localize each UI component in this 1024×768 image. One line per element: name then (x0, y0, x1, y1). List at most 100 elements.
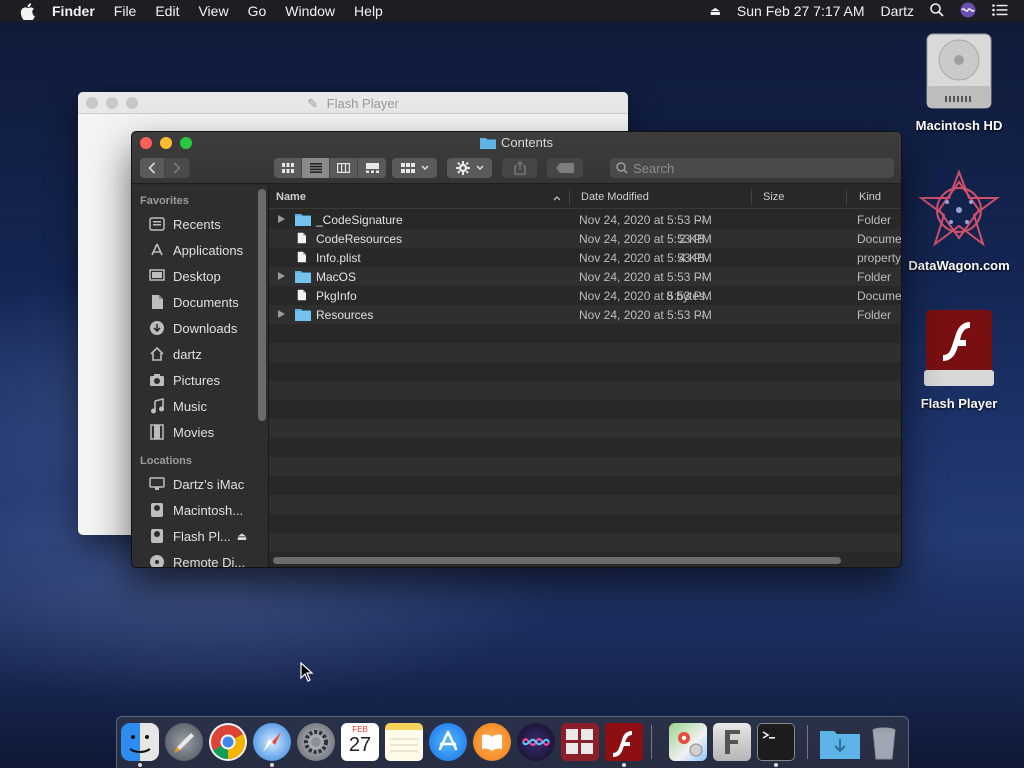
menu-window[interactable]: Window (285, 3, 335, 19)
terminal-icon[interactable] (757, 723, 795, 761)
sidebar-item-downloads[interactable]: Downloads (132, 315, 268, 341)
font-book-icon[interactable] (713, 723, 751, 761)
column-header-size[interactable]: Size (763, 191, 784, 203)
books-icon[interactable] (473, 723, 511, 761)
desktop-icon-flash-player[interactable]: Flash Player (904, 308, 1014, 411)
empty-row (269, 324, 901, 343)
sidebar-item-movies[interactable]: Movies (132, 419, 268, 445)
menu-finder[interactable]: Finder (52, 3, 95, 19)
menubar-clock[interactable]: Sun Feb 27 7:17 AM (737, 3, 865, 19)
icon-view-button[interactable] (274, 158, 302, 178)
empty-row (269, 476, 901, 495)
table-row[interactable]: CodeResources Nov 24, 2020 at 5:53 PM 2 KB… (269, 229, 901, 248)
search-field[interactable] (610, 158, 894, 178)
menu-file[interactable]: File (114, 3, 137, 19)
file-kind: Folder (857, 270, 892, 284)
disclosure-triangle-icon[interactable] (278, 215, 285, 223)
calendar-icon[interactable]: FEB 27 (341, 723, 379, 761)
table-row[interactable]: MacOS Nov 24, 2020 at 5:53 PM -- Folder (269, 267, 901, 286)
sidebar-item-documents[interactable]: Documents (132, 289, 268, 315)
apple-menu-icon[interactable] (20, 2, 38, 20)
column-view-button[interactable] (330, 158, 358, 178)
share-button[interactable] (502, 158, 537, 178)
menubar-user[interactable]: Dartz (881, 3, 914, 19)
file-rows: _CodeSignature Nov 24, 2020 at 5:53 PM -- F… (269, 210, 901, 567)
sidebar-scrollbar[interactable] (258, 189, 266, 421)
sidebar-item-label: Recents (173, 216, 221, 232)
downloads-folder-icon[interactable] (819, 723, 861, 761)
sidebar-item-recents[interactable]: Recents (132, 211, 268, 237)
desktop-icon-label: Macintosh HD (915, 118, 1003, 133)
horizontal-scrollbar[interactable] (273, 557, 841, 564)
chrome-icon[interactable] (209, 723, 247, 761)
table-row[interactable]: Resources Nov 24, 2020 at 5:53 PM -- Folder (269, 305, 901, 324)
table-row[interactable]: Info.plist Nov 24, 2020 at 5:53 PM 4 KB pro… (269, 248, 901, 267)
sort-ascending-icon[interactable] (553, 195, 561, 201)
sidebar-item-macintosh[interactable]: Macintosh... (132, 497, 268, 523)
spotlight-icon[interactable] (930, 2, 944, 20)
movies-icon (148, 424, 166, 440)
desktop-icon-datawagon[interactable]: DataWagon.com (904, 168, 1014, 273)
photo-booth-icon[interactable] (561, 723, 599, 761)
eject-icon[interactable]: ⏏ (237, 530, 247, 543)
flash-player-icon[interactable] (605, 723, 643, 761)
sidebar-item-applications[interactable]: Applications (132, 237, 268, 263)
sidebar-item-flash-pl[interactable]: Flash Pl... ⏏ (132, 523, 268, 549)
chevron-down-icon (421, 165, 428, 170)
safari-icon[interactable] (253, 723, 291, 761)
maps-icon[interactable] (669, 723, 707, 761)
file-kind: property (857, 251, 902, 265)
sidebar-item-label: Dartz’s iMac (173, 476, 245, 492)
share-icon (513, 161, 526, 175)
file-size: 2 KB (678, 232, 705, 246)
list-icon (309, 163, 322, 173)
sidebar-item-label: Flash Pl... (173, 528, 231, 544)
forward-button[interactable] (165, 158, 190, 178)
disclosure-triangle-icon[interactable] (278, 272, 285, 280)
notification-center-icon[interactable] (992, 3, 1008, 19)
column-header-name[interactable]: Name (276, 191, 306, 203)
sidebar-item-desktop[interactable]: Desktop (132, 263, 268, 289)
notes-icon[interactable] (385, 723, 423, 761)
menu-help[interactable]: Help (354, 3, 383, 19)
sidebar-item-music[interactable]: Music (132, 393, 268, 419)
desktop-icon-macintosh-hd[interactable]: Macintosh HD (904, 32, 1014, 133)
back-button[interactable] (140, 158, 165, 178)
home-icon (148, 346, 166, 362)
menu-view[interactable]: View (198, 3, 228, 19)
siri-icon[interactable] (517, 723, 555, 761)
trash-icon[interactable] (865, 723, 903, 761)
finder-icon[interactable] (121, 723, 159, 761)
column-header-date[interactable]: Date Modified (581, 191, 649, 203)
menu-go[interactable]: Go (248, 3, 267, 19)
eject-icon[interactable]: ⏏ (710, 4, 721, 18)
gallery-view-button[interactable] (358, 158, 386, 178)
app-store-icon[interactable] (429, 723, 467, 761)
menu-edit[interactable]: Edit (155, 3, 179, 19)
sidebar-item-dartz[interactable]: dartz (132, 341, 268, 367)
calendar-month: FEB (352, 725, 368, 734)
mouse-cursor-icon (300, 662, 314, 682)
sidebar-item-dartz-s-imac[interactable]: Dartz’s iMac (132, 471, 268, 497)
table-row[interactable]: PkgInfo Nov 24, 2020 at 5:53 PM 8 bytes Doc… (269, 286, 901, 305)
chevron-down-icon (476, 165, 483, 170)
table-row[interactable]: _CodeSignature Nov 24, 2020 at 5:53 PM -- F… (269, 210, 901, 229)
system-preferences-icon[interactable] (297, 723, 335, 761)
file-kind: Docume (857, 289, 902, 303)
flash-player-title-bar[interactable]: ✎ Flash Player (78, 92, 628, 114)
tags-button[interactable] (547, 158, 583, 178)
list-view-button[interactable] (302, 158, 330, 178)
finder-window[interactable]: Contents Search Favorites Recents Applic… (131, 131, 902, 568)
empty-row (269, 400, 901, 419)
sidebar-item-pictures[interactable]: Pictures (132, 367, 268, 393)
action-menu-button[interactable] (447, 158, 492, 178)
gear-icon (455, 161, 470, 175)
search-input[interactable] (633, 160, 833, 176)
column-header-kind[interactable]: Kind (859, 191, 881, 203)
disclosure-triangle-icon[interactable] (278, 310, 285, 318)
empty-row (269, 514, 901, 533)
sidebar-item-remote-di[interactable]: Remote Di... (132, 549, 268, 567)
launchpad-icon[interactable] (165, 723, 203, 761)
group-by-button[interactable] (392, 158, 437, 178)
siri-menubar-icon[interactable] (960, 2, 976, 21)
